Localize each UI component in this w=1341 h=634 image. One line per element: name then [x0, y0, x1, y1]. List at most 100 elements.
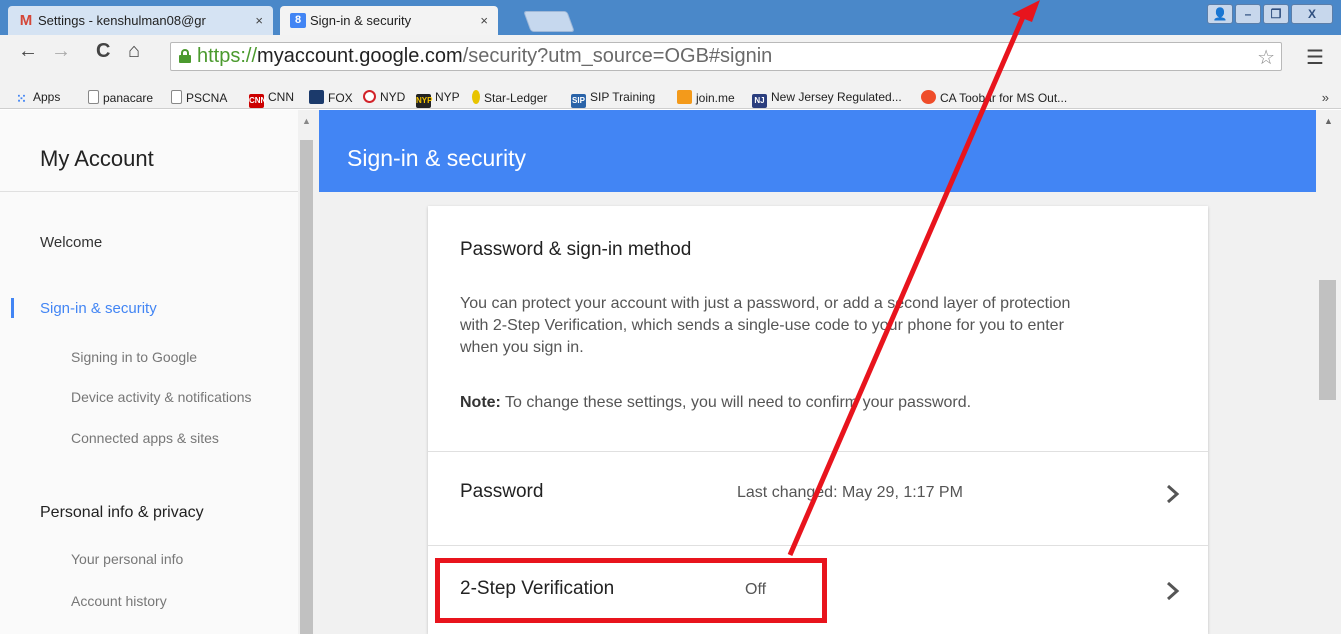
window-controls: 👤 – ❐ X: [1207, 4, 1333, 24]
bookmark-cnn[interactable]: CNN CNN: [249, 90, 294, 108]
row-label: Password: [460, 481, 544, 502]
bookmark-panacare[interactable]: panacare: [88, 90, 153, 105]
google-icon: 8: [290, 13, 306, 28]
page-icon: [171, 90, 182, 104]
bookmark-label: New Jersey Regulated...: [771, 90, 902, 104]
divider: [428, 545, 1208, 546]
apps-icon: ⁙: [16, 91, 27, 106]
row-value: Last changed: May 29, 1:17 PM: [737, 484, 963, 501]
active-indicator: [11, 298, 14, 318]
tab-sign-in-security[interactable]: 8 Sign-in & security ×: [280, 6, 498, 35]
url-path: /security?utm_source=OGB#signin: [462, 45, 773, 67]
sidebar-item-sign-in-security[interactable]: Sign-in & security: [40, 300, 157, 317]
address-bar[interactable]: https://myaccount.google.com/security?ut…: [170, 42, 1282, 71]
bookmark-new-jersey[interactable]: NJ New Jersey Regulated...: [752, 90, 902, 108]
nj-icon: NJ: [752, 94, 767, 108]
bookmark-nyp[interactable]: NYP NYP: [416, 90, 460, 108]
bookmark-label: CNN: [268, 90, 294, 104]
bookmark-apps[interactable]: ⁙ Apps: [14, 90, 60, 106]
chevron-right-icon: [1167, 581, 1180, 601]
star-ledger-icon: [472, 90, 480, 104]
chevron-right-icon: [1167, 484, 1180, 504]
card-description: You can protect your account with just a…: [460, 295, 1071, 356]
scroll-up-icon[interactable]: ▲: [302, 116, 311, 126]
minimize-button[interactable]: –: [1235, 4, 1261, 24]
ca-icon: [921, 90, 936, 104]
nyp-icon: NYP: [416, 94, 432, 108]
highlight-box: [435, 558, 827, 623]
bookmark-nyd[interactable]: NYD: [363, 90, 405, 104]
password-row[interactable]: Password Last changed: May 29, 1:17 PM: [428, 456, 1208, 531]
sip-icon: SIP: [571, 94, 586, 108]
lock-icon: [179, 49, 191, 63]
page-scrollbar[interactable]: ▲: [1316, 110, 1341, 634]
bookmark-label: Apps: [33, 90, 61, 104]
tab-label: Sign-in & security: [310, 13, 412, 28]
close-window-button[interactable]: X: [1291, 4, 1333, 24]
bookmark-ca-toobar[interactable]: CA Toobar for MS Out...: [921, 90, 1067, 105]
cnn-icon: CNN: [249, 94, 266, 108]
sidebar-item-welcome[interactable]: Welcome: [40, 234, 102, 251]
divider: [428, 451, 1208, 452]
note-label: Note:: [460, 394, 501, 411]
scroll-up-icon[interactable]: ▲: [1324, 116, 1333, 126]
note-text: To change these settings, you will need …: [500, 394, 972, 411]
gmail-icon: M: [19, 12, 33, 29]
tab-gmail-settings[interactable]: M Settings - kenshulman08@gr ×: [8, 6, 273, 35]
sidebar-subitem-account-history[interactable]: Account history: [71, 593, 167, 609]
user-icon[interactable]: 👤: [1207, 4, 1233, 24]
sidebar-subitem-signing-in[interactable]: Signing in to Google: [71, 349, 197, 365]
page-title: Sign-in & security: [347, 145, 526, 171]
bookmarks-overflow-icon[interactable]: »: [1322, 90, 1329, 105]
restore-button[interactable]: ❐: [1263, 4, 1289, 24]
sidebar-item-personal-info-privacy[interactable]: Personal info & privacy: [40, 504, 204, 522]
url-text: https://myaccount.google.com/security?ut…: [197, 45, 772, 68]
bookmark-sip-training[interactable]: SIP SIP Training: [571, 90, 655, 108]
forward-icon[interactable]: →: [51, 40, 71, 63]
sidebar-subitem-connected-apps[interactable]: Connected apps & sites: [71, 430, 219, 446]
joinme-icon: [677, 90, 692, 104]
sidebar-subitem-device-activity[interactable]: Device activity & notifications: [71, 389, 252, 405]
bookmark-label: FOX: [328, 91, 353, 105]
page-icon: [88, 90, 99, 104]
new-tab-button[interactable]: [523, 11, 575, 32]
url-scheme: https://: [197, 45, 258, 67]
sidebar: My Account Welcome Sign-in & security Si…: [0, 110, 298, 634]
nyd-icon: [363, 90, 376, 103]
close-icon[interactable]: ×: [255, 6, 263, 35]
scrollbar-thumb[interactable]: [300, 140, 313, 634]
main-content: Sign-in & security Password & sign-in me…: [315, 110, 1316, 634]
card-title: Password & sign-in method: [460, 239, 692, 260]
bookmark-label: PSCNA: [186, 91, 228, 105]
fox-icon: [309, 90, 324, 104]
scrollbar-thumb[interactable]: [1319, 280, 1336, 400]
bookmark-star-ledger[interactable]: Star-Ledger: [472, 90, 547, 105]
back-icon[interactable]: ←: [18, 40, 38, 63]
bookmark-label: panacare: [103, 91, 154, 105]
bookmarks-bar: ⁙ Apps panacare PSCNA CNN CNN FOX NYD NYP N…: [0, 87, 1341, 109]
bookmark-label: Star-Ledger: [484, 91, 548, 105]
sidebar-header: My Account: [0, 110, 298, 192]
close-icon[interactable]: ×: [480, 6, 488, 35]
bookmark-label: NYP: [435, 90, 460, 104]
menu-icon[interactable]: ☰: [1306, 45, 1324, 70]
page-header: Sign-in & security: [319, 110, 1316, 192]
bookmark-pscna[interactable]: PSCNA: [171, 90, 227, 105]
star-icon[interactable]: ☆: [1257, 45, 1275, 70]
reload-icon[interactable]: C: [96, 40, 110, 63]
bookmark-label: CA Toobar for MS Out...: [940, 91, 1068, 105]
bookmark-join-me[interactable]: join.me: [677, 90, 735, 105]
bookmark-label: join.me: [696, 91, 735, 105]
brand-title[interactable]: My Account: [40, 146, 154, 172]
bookmark-label: NYD: [380, 90, 406, 104]
browser-toolbar: ← → C ⌂ https://myaccount.google.com/sec…: [0, 35, 1341, 87]
url-host: myaccount.google.com: [257, 45, 463, 67]
tab-strip: M Settings - kenshulman08@gr × 8 Sign-in…: [0, 0, 1341, 35]
card-note: Note: To change these settings, you will…: [460, 394, 971, 412]
home-icon[interactable]: ⌂: [128, 40, 140, 63]
bookmark-label: SIP Training: [590, 90, 656, 104]
tab-label: Settings - kenshulman08@gr: [38, 13, 206, 28]
bookmark-fox[interactable]: FOX: [309, 90, 353, 105]
sidebar-scrollbar[interactable]: ▲: [298, 110, 315, 634]
sidebar-subitem-personal-info[interactable]: Your personal info: [71, 551, 183, 567]
